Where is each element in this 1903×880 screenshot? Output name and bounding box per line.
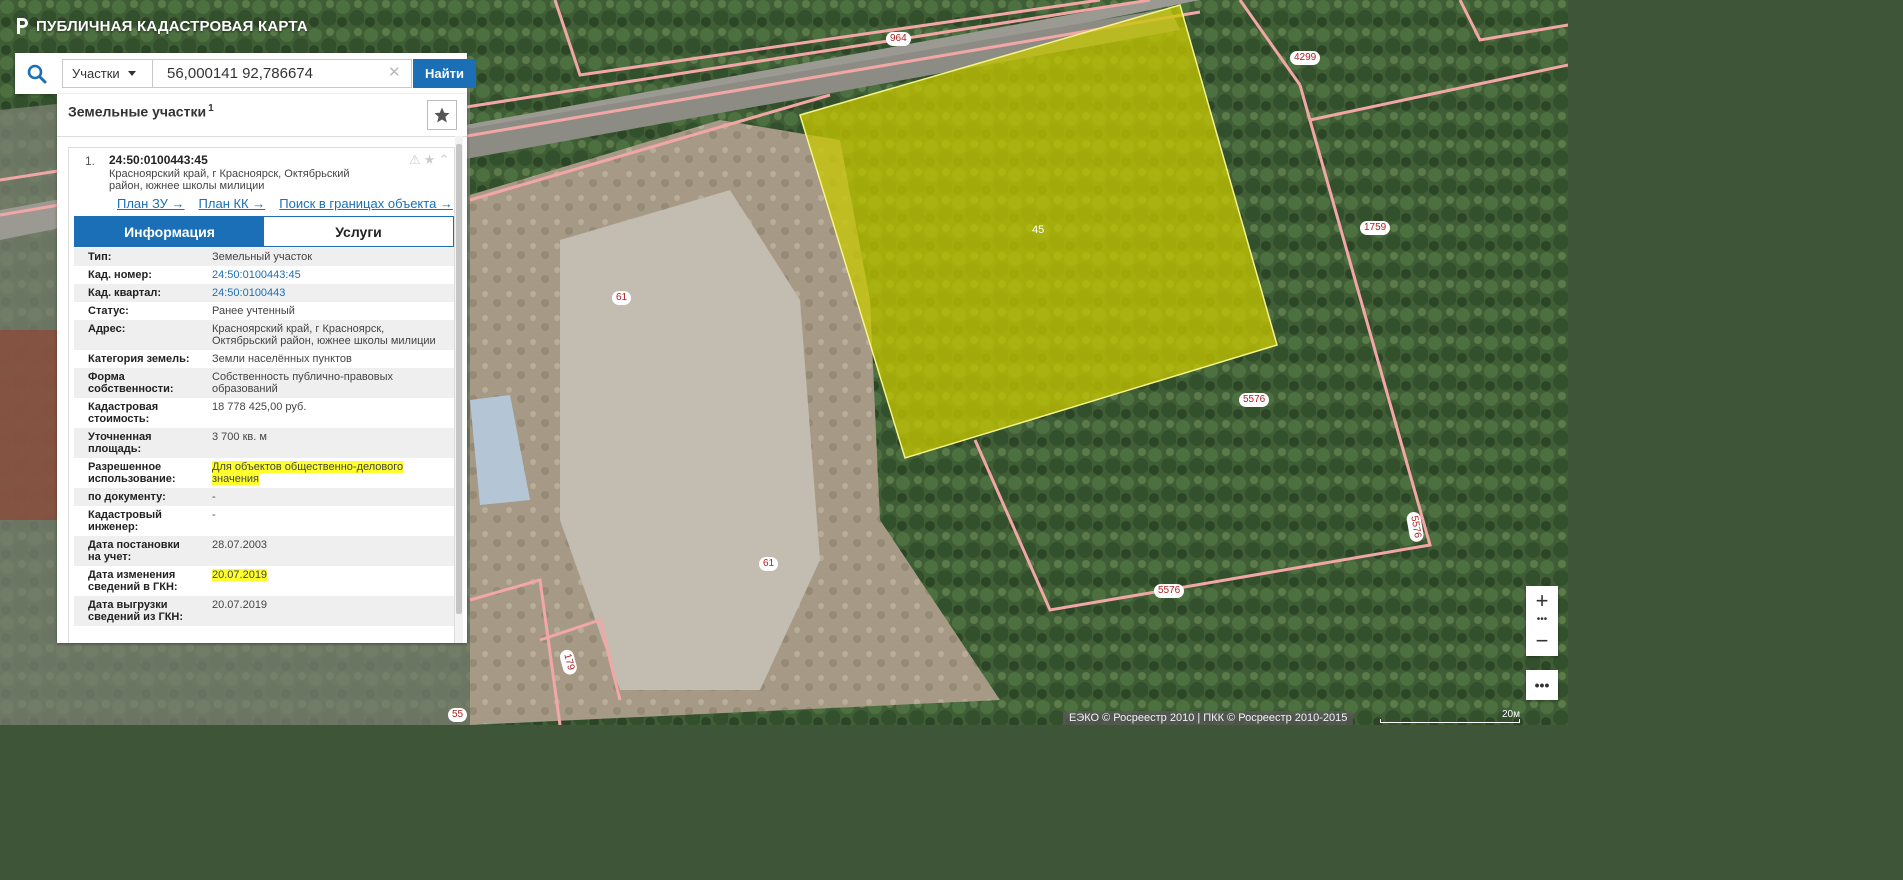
field-value: 18 778 425,00 руб. [200, 398, 454, 428]
clear-icon[interactable]: ✕ [388, 65, 401, 81]
panel-header: Земельные участки 1 [57, 94, 467, 137]
plot-label: 5576 [1154, 584, 1185, 598]
search-type-select[interactable]: Участки [62, 59, 153, 88]
field-key: Уточненная площадь: [74, 428, 200, 458]
info-table: Тип: Земельный участок Кад. номер: 24:50:0… [74, 248, 454, 626]
field-key: Дата изменения сведений в ГКН: [74, 566, 200, 596]
favorite-button[interactable] [427, 100, 457, 130]
selected-parcel-label: 45 [1032, 224, 1045, 236]
field-value: - [200, 488, 454, 506]
find-button[interactable]: Найти [413, 59, 476, 88]
table-row: Уточненная площадь: 3 700 кв. м [74, 428, 454, 458]
table-row: Кадастровый инженер: - [74, 506, 454, 536]
logo-icon [17, 18, 28, 34]
field-key: Тип: [74, 248, 200, 266]
zoom-in-button[interactable]: + [1526, 586, 1558, 616]
scroll-thumb[interactable] [456, 144, 462, 614]
warning-icon[interactable]: ⚠ [409, 152, 421, 168]
field-value: 20.07.2019 [200, 596, 454, 626]
result-card: 1. 24:50:0100443:45 Красноярский край, г… [68, 147, 455, 643]
plot-label: 964 [886, 32, 911, 46]
field-key: Форма собственности: [74, 368, 200, 398]
attribution: ЕЭКО © Росреестр 2010 | ПКК © Росреестр … [1063, 711, 1354, 725]
plot-label: 4299 [1290, 51, 1321, 65]
more-tools-button[interactable]: ••• [1526, 670, 1558, 700]
zoom-control: + ••• − [1526, 586, 1558, 656]
field-key: Кадастровый инженер: [74, 506, 200, 536]
search-bar: Участки ✕ Найти [15, 53, 476, 94]
field-key: Кадастровая стоимость: [74, 398, 200, 428]
plot-label: 5576 [1239, 393, 1270, 407]
table-row: Дата выгрузки сведений из ГКН: 20.07.2019 [74, 596, 454, 626]
results-count: 1 [208, 103, 214, 114]
field-key: Кад. номер: [74, 266, 200, 284]
field-value: - [200, 506, 454, 536]
scale-line [1380, 719, 1520, 723]
table-row: Дата постановки на учет: 28.07.2003 [74, 536, 454, 566]
plan-zu-link[interactable]: План ЗУ → [117, 196, 185, 211]
highlighted-value: 20.07.2019 [212, 569, 268, 581]
table-row: Тип: Земельный участок [74, 248, 454, 266]
field-key: Кад. квартал: [74, 284, 200, 302]
results-panel: Земельные участки 1 1. 24:50:0100443:45 К… [57, 94, 467, 643]
scale-bar: 20м [1380, 709, 1520, 725]
search-icon[interactable] [15, 53, 59, 94]
table-row: Кадастровая стоимость: 18 778 425,00 руб. [74, 398, 454, 428]
plot-label: 61 [759, 557, 779, 571]
table-row: Кад. квартал: 24:50:0100443 [74, 284, 454, 302]
app-title: ПУБЛИЧНАЯ КАДАСТРОВАЯ КАРТА [36, 17, 308, 35]
field-value: Земельный участок [200, 248, 454, 266]
plan-kk-link[interactable]: План КК → [199, 196, 266, 211]
field-value: Собственность публично-правовых образова… [200, 368, 454, 398]
result-cad-number[interactable]: 24:50:0100443:45 [109, 153, 208, 167]
field-value: 3 700 кв. м [200, 428, 454, 458]
zoom-level-indicator: ••• [1536, 614, 1548, 625]
result-tabs: Информация Услуги [74, 216, 454, 247]
panel-title: Земельные участки 1 [68, 103, 214, 120]
field-value: Красноярский край, г Красноярск, Октябрь… [200, 320, 454, 350]
search-input[interactable] [153, 59, 412, 88]
tab-info[interactable]: Информация [75, 217, 264, 246]
field-key: по документу: [74, 488, 200, 506]
zoom-out-button[interactable]: − [1526, 626, 1558, 656]
table-row: Дата изменения сведений в ГКН: 20.07.2019 [74, 566, 454, 596]
field-key: Разрешенное использование: [74, 458, 200, 488]
table-row: Категория земель: Земли населённых пункто… [74, 350, 454, 368]
table-row: по документу: - [74, 488, 454, 506]
table-row: Разрешенное использование: Для объектов о… [74, 458, 454, 488]
field-key: Дата постановки на учет: [74, 536, 200, 566]
tab-services[interactable]: Услуги [264, 217, 453, 246]
field-key: Дата выгрузки сведений из ГКН: [74, 596, 200, 626]
search-in-bounds-link[interactable]: Поиск в границах объекта → [279, 196, 453, 211]
panel-scrollbar[interactable] [455, 136, 463, 643]
table-row: Статус: Ранее учтенный [74, 302, 454, 320]
cad-quarter-link[interactable]: 24:50:0100443 [212, 287, 285, 299]
field-key: Категория земель: [74, 350, 200, 368]
card-actions: ⚠ ★ ⌃ [409, 152, 449, 168]
table-row: Форма собственности: Собственность публич… [74, 368, 454, 398]
scale-label: 20м [1502, 709, 1520, 720]
highlighted-value: Для объектов общественно-делового значен… [212, 461, 404, 485]
field-value: Ранее учтенный [200, 302, 454, 320]
panel-title-text: Земельные участки [68, 103, 207, 120]
app-header: ПУБЛИЧНАЯ КАДАСТРОВАЯ КАРТА [14, 16, 308, 36]
star-icon [434, 107, 450, 123]
result-links: План ЗУ → План КК → Поиск в границах объ… [117, 196, 453, 211]
field-key: Адрес: [74, 320, 200, 350]
field-key: Статус: [74, 302, 200, 320]
star-icon[interactable]: ★ [424, 152, 436, 168]
chevron-down-icon [127, 71, 136, 76]
result-address: Красноярский край, г Красноярск, Октябрь… [109, 168, 350, 192]
table-row: Кад. номер: 24:50:0100443:45 [74, 266, 454, 284]
field-value: Земли населённых пунктов [200, 350, 454, 368]
plot-label: 1759 [1360, 221, 1391, 235]
result-index: 1. [85, 154, 96, 168]
search-type-label: Участки [72, 66, 120, 81]
table-row: Адрес: Красноярский край, г Красноярск, О… [74, 320, 454, 350]
plot-label: 55 [448, 708, 468, 722]
field-value: 28.07.2003 [200, 536, 454, 566]
plot-label: 61 [612, 291, 632, 305]
cad-number-link[interactable]: 24:50:0100443:45 [212, 269, 301, 281]
chevron-up-icon[interactable]: ⌃ [438, 152, 449, 168]
